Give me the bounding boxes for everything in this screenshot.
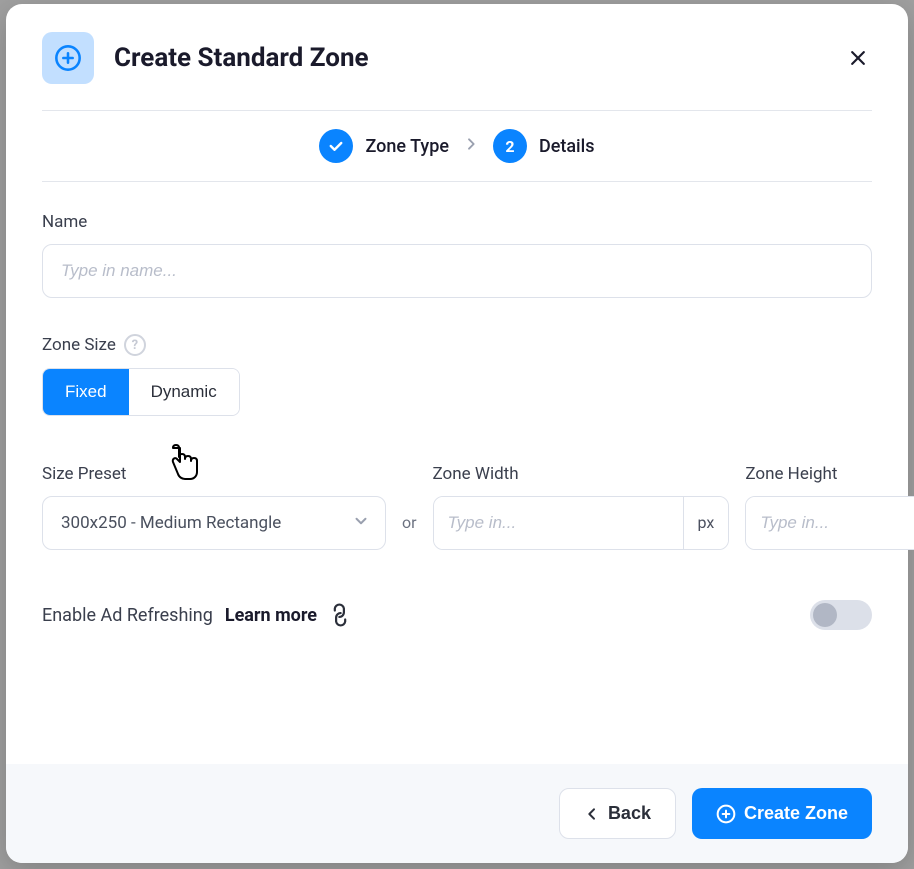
- zone-width-input[interactable]: [434, 497, 683, 549]
- zone-width-col: Zone Width px: [433, 464, 730, 550]
- zone-height-col: Zone Height px: [745, 464, 914, 550]
- link-icon: [324, 599, 355, 630]
- header-left: Create Standard Zone: [42, 32, 369, 84]
- plus-circle-icon: [716, 804, 736, 824]
- stepper-wrap: Zone Type 2 Details: [6, 110, 908, 182]
- fixed-button[interactable]: Fixed: [43, 369, 129, 415]
- zone-size-section: Zone Size ? Fixed Dynamic: [42, 334, 872, 416]
- modal-header: Create Standard Zone: [6, 4, 908, 110]
- dynamic-button[interactable]: Dynamic: [129, 369, 239, 415]
- create-label: Create Zone: [744, 803, 848, 824]
- name-label: Name: [42, 212, 872, 232]
- ad-refreshing-toggle[interactable]: [810, 600, 872, 630]
- zone-height-input[interactable]: [746, 497, 914, 549]
- modal-footer: Back Create Zone: [6, 764, 908, 863]
- width-unit: px: [683, 497, 729, 549]
- size-preset-label: Size Preset: [42, 464, 386, 484]
- zone-size-label-text: Zone Size: [42, 335, 116, 355]
- ad-refreshing-row: Enable Ad Refreshing Learn more: [42, 600, 872, 630]
- step-details[interactable]: 2 Details: [493, 129, 595, 163]
- learn-more-link[interactable]: Learn more: [225, 605, 317, 626]
- size-preset-value: 300x250 - Medium Rectangle: [42, 496, 386, 550]
- step-check-icon: [319, 129, 353, 163]
- zone-height-label: Zone Height: [745, 464, 914, 484]
- zone-width-input-wrap: px: [433, 496, 730, 550]
- step-zone-type[interactable]: Zone Type: [319, 129, 448, 163]
- size-preset-select[interactable]: 300x250 - Medium Rectangle: [42, 496, 386, 550]
- name-input[interactable]: [42, 244, 872, 298]
- chevron-down-icon: [352, 512, 370, 534]
- size-preset-col: Size Preset 300x250 - Medium Rectangle: [42, 464, 386, 550]
- zone-size-label: Zone Size ?: [42, 334, 872, 356]
- back-label: Back: [608, 803, 651, 824]
- stepper: Zone Type 2 Details: [42, 110, 872, 182]
- chevron-right-icon: [463, 136, 479, 156]
- back-button[interactable]: Back: [559, 788, 676, 839]
- ad-refreshing-left: Enable Ad Refreshing Learn more: [42, 604, 351, 626]
- create-zone-modal: Create Standard Zone Zone Type: [6, 4, 908, 863]
- create-zone-button[interactable]: Create Zone: [692, 788, 872, 839]
- toggle-knob: [813, 603, 837, 627]
- step-label: Zone Type: [365, 136, 448, 157]
- ad-refreshing-label: Enable Ad Refreshing: [42, 605, 213, 626]
- step-number-icon: 2: [493, 129, 527, 163]
- zone-width-label: Zone Width: [433, 464, 730, 484]
- plus-circle-badge-icon: [42, 32, 94, 84]
- or-label: or: [402, 513, 417, 550]
- close-button[interactable]: [844, 44, 872, 72]
- help-icon[interactable]: ?: [124, 334, 146, 356]
- modal-title: Create Standard Zone: [114, 43, 369, 73]
- zone-size-toggle: Fixed Dynamic: [42, 368, 240, 416]
- step-label: Details: [539, 136, 595, 157]
- close-icon: [848, 48, 868, 68]
- name-section: Name: [42, 212, 872, 298]
- chevron-left-icon: [584, 806, 600, 822]
- modal-body: Name Zone Size ? Fixed Dynamic Size Pres…: [6, 182, 908, 764]
- zone-height-input-wrap: px: [745, 496, 914, 550]
- size-row: Size Preset 300x250 - Medium Rectangle o…: [42, 464, 872, 550]
